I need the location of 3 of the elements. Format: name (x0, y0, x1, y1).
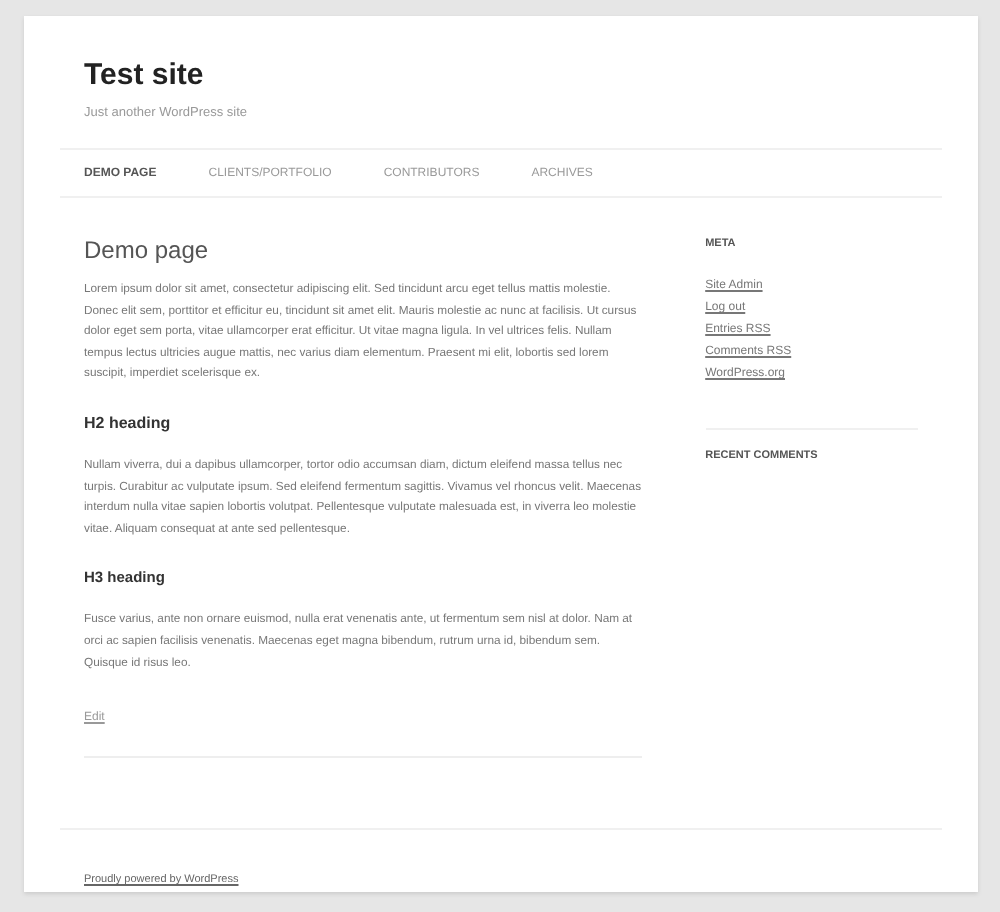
heading: H2 heading (84, 413, 173, 432)
site-title[interactable]: Test site (84, 58, 918, 92)
page-title: Demo page (84, 236, 211, 264)
